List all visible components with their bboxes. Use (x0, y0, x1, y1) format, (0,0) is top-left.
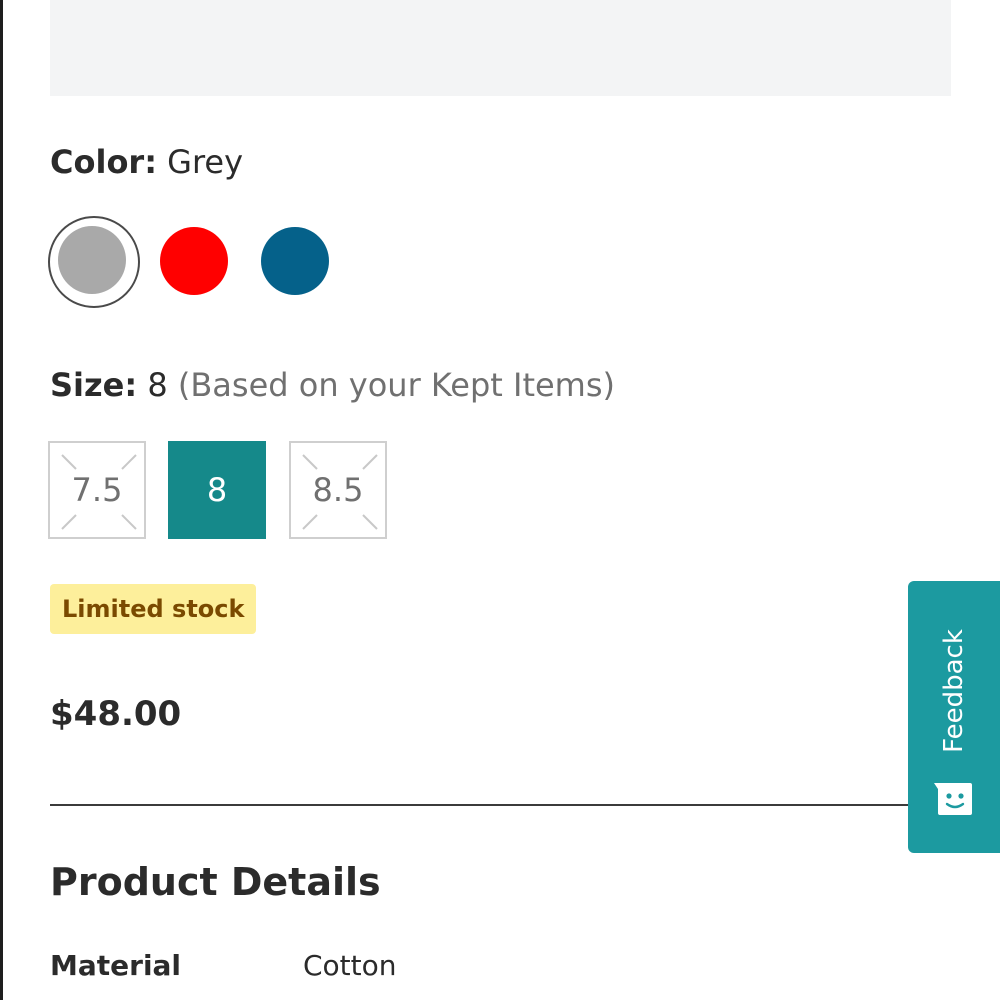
size-option-8[interactable]: 8 (168, 441, 266, 539)
size-option-label: 8 (206, 471, 228, 509)
section-divider (50, 804, 950, 806)
feedback-tab[interactable]: Feedback (908, 581, 1000, 853)
left-edge-border (0, 0, 3, 1000)
color-label-key: Color: (50, 143, 157, 181)
detail-value-material: Cotton (303, 949, 397, 982)
feedback-label: Feedback (939, 629, 969, 753)
selected-color-name: Grey (167, 143, 244, 181)
limited-stock-badge: Limited stock (50, 584, 257, 634)
product-image-area (50, 0, 951, 96)
product-price: $48.00 (50, 694, 182, 734)
color-swatch-red[interactable] (160, 227, 228, 295)
size-note: (Based on your Kept Items) (177, 366, 615, 404)
chat-face-icon (934, 783, 972, 815)
color-swatch-blue[interactable] (261, 227, 329, 295)
color-label: Color: Grey (50, 142, 243, 182)
size-label: Size: 8 (Based on your Kept Items) (50, 365, 615, 405)
size-option-label: 8.5 (312, 471, 364, 509)
size-label-key: Size: (50, 366, 138, 404)
size-option-7-5[interactable]: 7.5 (48, 441, 146, 539)
selected-size-value: 8 (147, 366, 168, 404)
size-option-label: 7.5 (71, 471, 123, 509)
size-option-8-5[interactable]: 8.5 (289, 441, 387, 539)
color-swatch-grey[interactable] (48, 216, 140, 308)
detail-key-material: Material (50, 949, 182, 982)
product-details-title: Product Details (50, 860, 381, 904)
